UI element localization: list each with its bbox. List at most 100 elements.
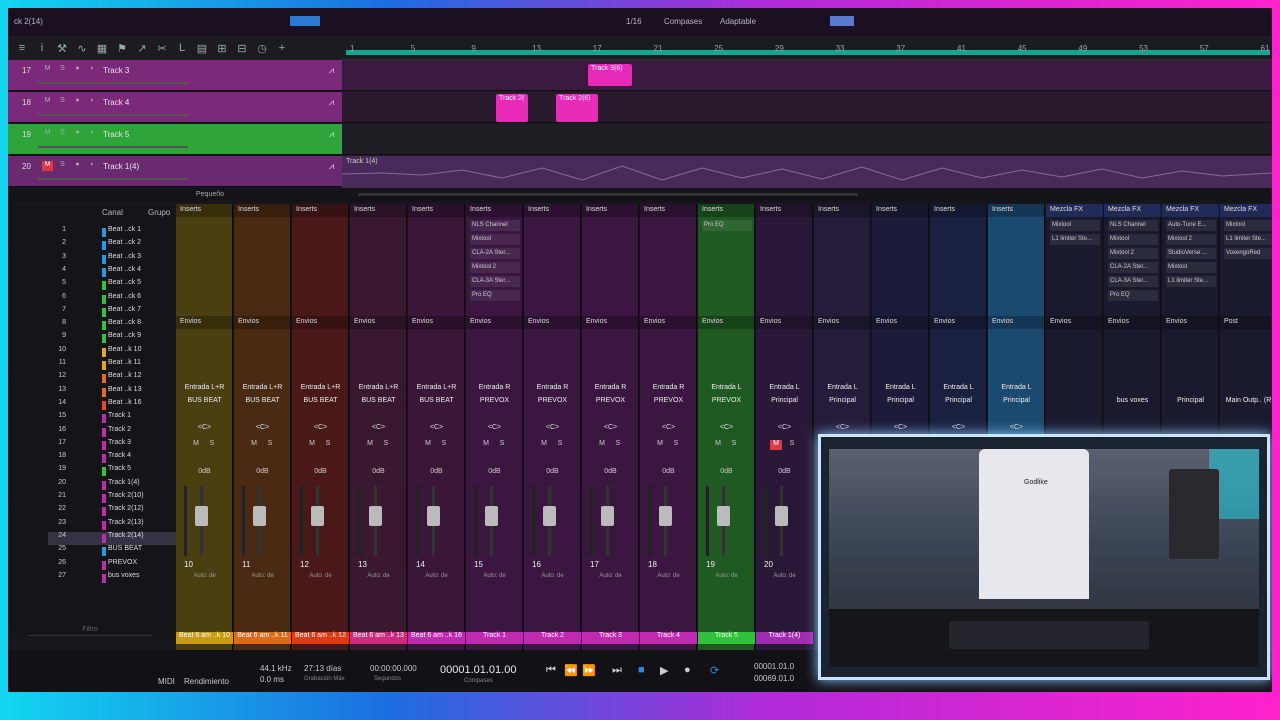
automation-select[interactable]: Auto: de	[292, 573, 349, 579]
input-select[interactable]: Entrada L+R	[292, 384, 349, 391]
insert-plugin[interactable]: L1 limiter Ste...	[1166, 276, 1216, 287]
channel-row[interactable]: 16 Track 2	[48, 426, 176, 439]
insert-plugin[interactable]: NLS Channel	[1108, 220, 1158, 231]
pan-knob[interactable]: <C>	[872, 424, 929, 431]
mute-button[interactable]: M	[190, 440, 202, 450]
insert-plugin[interactable]: Mixtool	[470, 234, 520, 245]
inserts-header[interactable]: Inserts	[814, 204, 871, 217]
channel-row[interactable]: 26 PREVOX	[48, 559, 176, 572]
waveform-icon[interactable]: ⩘	[329, 129, 334, 140]
film-icon[interactable]: ▤	[196, 42, 208, 55]
insert-plugin[interactable]: L1 limiter Ste...	[1050, 234, 1100, 245]
position-display[interactable]: 00001.01.01.00	[440, 664, 516, 676]
track-header[interactable]: 20 M S ● ◐ Track 1(4) ⩘	[8, 156, 342, 187]
inserts-header[interactable]: Inserts	[930, 204, 987, 217]
insert-plugin[interactable]: Mixtool	[1224, 220, 1272, 231]
clock-icon[interactable]: ◷	[256, 42, 268, 55]
channel-row[interactable]: 27 bus voxes	[48, 572, 176, 585]
mute-button[interactable]: M	[712, 440, 724, 450]
volume-fader[interactable]	[775, 506, 788, 526]
automation-select[interactable]: Auto: de	[408, 573, 465, 579]
solo-button[interactable]: S	[554, 440, 566, 450]
loop-start[interactable]: 00001.01.0	[754, 662, 794, 671]
sends-header[interactable]: Envios	[466, 316, 523, 329]
forward-icon[interactable]: ⏩	[582, 664, 596, 677]
strip-name[interactable]: Track 5	[698, 632, 755, 644]
output-select[interactable]: Principal	[1162, 397, 1219, 404]
insert-plugin[interactable]: CLA-3A Ster...	[1108, 276, 1158, 287]
input-select[interactable]: Entrada L	[872, 384, 929, 391]
mute-button[interactable]: M	[42, 161, 53, 171]
sends-header[interactable]: Envios	[930, 316, 987, 329]
output-select[interactable]: Principal	[756, 397, 813, 404]
volume-fader[interactable]	[601, 506, 614, 526]
solo-button[interactable]: S	[670, 440, 682, 450]
sends-header[interactable]: Envios	[872, 316, 929, 329]
track-header[interactable]: 17 M S ● ◐ Track 3 ⩘	[8, 60, 342, 91]
mute-button[interactable]: M	[364, 440, 376, 450]
channel-row[interactable]: 5 Beat ..ck 5	[48, 279, 176, 292]
plus-icon[interactable]: +	[276, 42, 288, 54]
solo-button[interactable]: S	[206, 440, 218, 450]
solo-button[interactable]: S	[786, 440, 798, 450]
output-select[interactable]: PREVOX	[698, 397, 755, 404]
track-header[interactable]: 19 M S ● ◐ Track 5 ⩘	[8, 124, 342, 155]
insert-plugin[interactable]: CLA-2A Ster...	[470, 248, 520, 259]
arrangement-view[interactable]: Track 3(6) Track 2( Track 2(6) Track 1(4…	[342, 60, 1272, 188]
output-select[interactable]: BUS BEAT	[408, 397, 465, 404]
volume-fader[interactable]	[485, 506, 498, 526]
input-select[interactable]: Entrada L	[988, 384, 1045, 391]
waveform-icon[interactable]: ⩘	[329, 65, 334, 76]
timeline-ruler[interactable]: 1 5 9 13 17 21 25 29 33 37 41 45 49 53 57 61	[342, 36, 1272, 60]
audio-clip[interactable]: Track 1(4)	[342, 156, 1272, 188]
automation-select[interactable]: Auto: de	[698, 573, 755, 579]
sends-header[interactable]: Envios	[1104, 316, 1161, 329]
clip[interactable]: Track 2(6)	[556, 94, 598, 122]
track-header[interactable]: 18 M S ● ◐ Track 4 ⩘	[8, 92, 342, 123]
output-select[interactable]: Principal	[814, 397, 871, 404]
channel-row[interactable]: 9 Beat ..ck 9	[48, 332, 176, 345]
channel-row[interactable]: 25 BUS BEAT	[48, 545, 176, 558]
input-select[interactable]: Entrada L+R	[234, 384, 291, 391]
mute-button[interactable]: M	[422, 440, 434, 450]
tool-icon[interactable]: ⚒	[56, 42, 68, 55]
sends-header[interactable]: Envios	[814, 316, 871, 329]
output-select[interactable]: Principal	[930, 397, 987, 404]
output-select[interactable]: PREVOX	[640, 397, 697, 404]
strip-name[interactable]: Beat 6 am ..k 11	[234, 632, 291, 644]
solo-button[interactable]: S	[57, 161, 68, 171]
pan-knob[interactable]: <C>	[698, 424, 755, 431]
info-icon[interactable]: i	[36, 42, 48, 54]
pan-knob[interactable]: <C>	[408, 424, 465, 431]
output-select[interactable]: bus voxes	[1104, 397, 1161, 404]
sends-header[interactable]: Envios	[350, 316, 407, 329]
sends-header[interactable]: Envios	[756, 316, 813, 329]
channel-row[interactable]: 11 Beat ..k 11	[48, 359, 176, 372]
insert-plugin[interactable]: StudioVerse ...	[1166, 248, 1216, 259]
monitor-button[interactable]: ◐	[87, 65, 98, 75]
track-name[interactable]: Track 5	[103, 130, 129, 139]
stop-icon[interactable]: ■	[638, 664, 645, 676]
l-icon[interactable]: L	[176, 42, 188, 54]
sends-header[interactable]: Envios	[524, 316, 581, 329]
lane-track-3[interactable]	[342, 60, 1272, 91]
automation-select[interactable]: Auto: de	[582, 573, 639, 579]
input-select[interactable]: Entrada R	[640, 384, 697, 391]
input-select[interactable]: Entrada L	[756, 384, 813, 391]
inserts-header[interactable]: Inserts	[582, 204, 639, 217]
automation-select[interactable]: Auto: de	[524, 573, 581, 579]
input-select[interactable]: Entrada L	[930, 384, 987, 391]
automation-select[interactable]: Auto: de	[234, 573, 291, 579]
pan-knob[interactable]: <C>	[350, 424, 407, 431]
monitor-button[interactable]: ◐	[87, 97, 98, 107]
sends-header[interactable]: Post	[1220, 316, 1272, 329]
channel-row[interactable]: 7 Beat ..ck 7	[48, 306, 176, 319]
input-select[interactable]: Entrada R	[582, 384, 639, 391]
track-volume[interactable]	[38, 82, 188, 84]
record-arm-button[interactable]: ●	[72, 65, 83, 75]
mute-button[interactable]: M	[538, 440, 550, 450]
strip-name[interactable]: Beat 6 am ..k 12	[292, 632, 349, 644]
strip-name[interactable]: Beat 6 am ..k 16	[408, 632, 465, 644]
mute-button[interactable]: M	[306, 440, 318, 450]
input-select[interactable]: Entrada L	[814, 384, 871, 391]
